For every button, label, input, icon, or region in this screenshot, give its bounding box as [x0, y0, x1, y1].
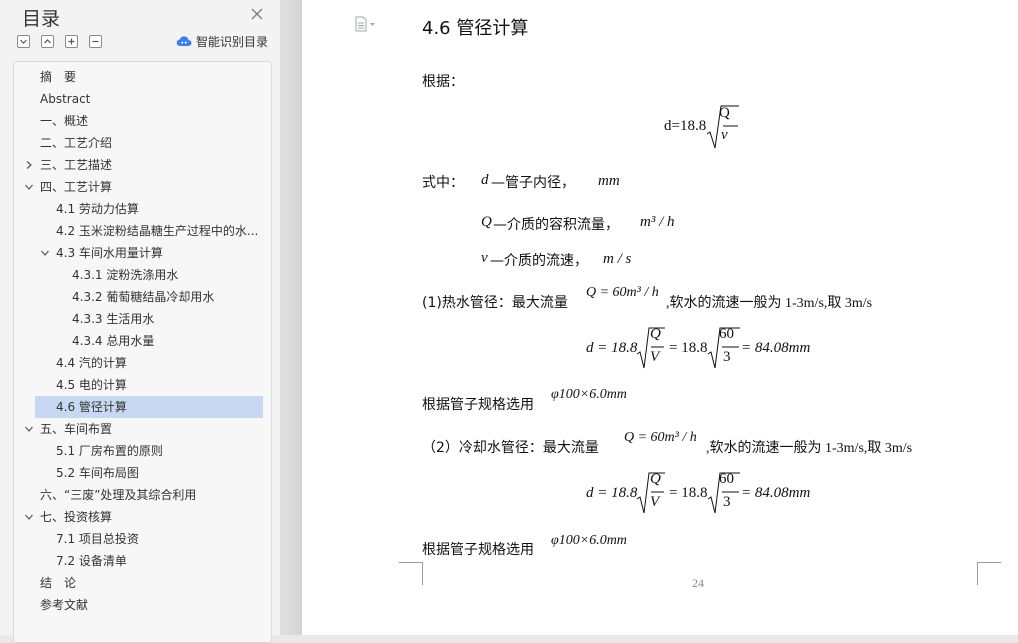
- toc-item-4-3-4[interactable]: 4.3.4 总用水量: [72, 330, 154, 352]
- calc2-result: = 84.08mm: [741, 485, 811, 501]
- toc-item-process-intro[interactable]: 二、工艺介绍: [40, 132, 112, 154]
- var-d-unit: mm: [598, 173, 620, 189]
- section-heading: 4.6 管径计算: [422, 18, 529, 39]
- crop-mark-left: [399, 562, 423, 585]
- calc1-mid: = 18.8: [669, 340, 708, 356]
- page-number: 24: [692, 576, 704, 590]
- var-v-unit: m / s: [603, 251, 632, 267]
- smart-toc-label: 智能识别目录: [196, 34, 269, 49]
- formula-lhs: d=18.8: [664, 118, 707, 134]
- item1-flow: Q = 60m³ / h: [586, 285, 659, 300]
- toc-item-4-3[interactable]: 4.3 车间水用量计算: [56, 242, 163, 264]
- var-d-desc: —管子内径，: [491, 175, 575, 191]
- var-q-desc: —介质的容积流量，: [493, 217, 619, 233]
- toc-item-4-3-3[interactable]: 4.3.3 生活用水: [72, 308, 154, 330]
- toc-item-5-1[interactable]: 5.1 厂房布置的原则: [56, 440, 163, 462]
- remove-heading-icon[interactable]: [89, 35, 102, 48]
- basis-label: 根据：: [422, 74, 464, 90]
- item2-flow: Q = 60m³ / h: [624, 430, 697, 445]
- panel-splitter[interactable]: [281, 0, 302, 635]
- calc2-num2: 60: [719, 471, 734, 487]
- toc-title: 目录: [22, 8, 61, 30]
- chevron-down-icon[interactable]: [40, 248, 50, 258]
- calc2-den2: 3: [723, 494, 731, 510]
- select2-spec: φ100×6.0mm: [551, 533, 627, 548]
- toc-item-conclusion[interactable]: 结 论: [40, 572, 76, 594]
- chevron-down-icon[interactable]: [24, 182, 34, 192]
- calc2-num1: Q: [650, 471, 661, 487]
- toc-item-investment[interactable]: 七、投资核算: [40, 506, 112, 528]
- where-label: 式中：: [422, 175, 464, 191]
- chevron-down-icon[interactable]: [24, 424, 34, 434]
- document-icon[interactable]: [355, 16, 377, 32]
- collapse-all-icon[interactable]: [41, 35, 54, 48]
- calc1-lhs: d = 18.8: [586, 340, 638, 356]
- select1-spec: φ100×6.0mm: [551, 387, 627, 402]
- toc-item-overview[interactable]: 一、概述: [40, 110, 88, 132]
- toc-item-4-2[interactable]: 4.2 玉米淀粉结晶糖生产过程中的水...: [56, 220, 262, 242]
- toc-item-4-1[interactable]: 4.1 劳动力估算: [56, 198, 139, 220]
- calc1-num2: 60: [719, 326, 734, 342]
- var-q-unit: m³ / h: [640, 214, 675, 230]
- calc2-mid: = 18.8: [669, 485, 708, 501]
- toc-sidebar: 目录 智能识别目录 摘 要 Abstract 一、概述 二、工艺介绍 三、工艺描…: [0, 0, 281, 643]
- var-v: v: [481, 250, 488, 266]
- toc-item-abstract-en[interactable]: Abstract: [40, 88, 90, 110]
- toc-item-7-2[interactable]: 7.2 设备清单: [56, 550, 127, 572]
- toc-item-4-5[interactable]: 4.5 电的计算: [56, 374, 127, 396]
- toc-item-5-2[interactable]: 5.2 车间布局图: [56, 462, 139, 484]
- toc-item-references[interactable]: 参考文献: [40, 594, 88, 616]
- smart-toc-button[interactable]: 智能识别目录: [176, 33, 268, 49]
- select2-prefix: 根据管子规格选用: [422, 542, 534, 558]
- toc-item-abstract-cn[interactable]: 摘 要: [40, 66, 76, 88]
- cloud-ai-icon: [176, 36, 192, 47]
- item2-suffix: ,软水的流速一般为 1-3m/s,取 3m/s: [706, 441, 913, 456]
- calc2-den1: V: [650, 494, 660, 510]
- crop-mark-right: [977, 562, 1001, 585]
- formula-numerator: Q: [719, 105, 730, 121]
- toc-item-4-4[interactable]: 4.4 汽的计算: [56, 352, 127, 374]
- item1-suffix: ,软水的流速一般为 1-3m/s,取 3m/s: [666, 296, 873, 311]
- close-icon[interactable]: [249, 6, 265, 22]
- expand-all-icon[interactable]: [17, 35, 30, 48]
- formula-denominator: v: [721, 127, 728, 143]
- chevron-down-icon[interactable]: [24, 512, 34, 522]
- var-d: d: [481, 172, 489, 188]
- calc2-lhs: d = 18.8: [586, 485, 638, 501]
- var-q: Q: [481, 214, 492, 230]
- toc-item-4-3-2[interactable]: 4.3.2 葡萄糖结晶冷却用水: [72, 286, 214, 308]
- chevron-right-icon[interactable]: [24, 160, 34, 170]
- toc-item-process-desc[interactable]: 三、工艺描述: [40, 154, 112, 176]
- calc1-result: = 84.08mm: [741, 340, 811, 356]
- toc-item-4-6-active[interactable]: 4.6 管径计算: [35, 396, 263, 418]
- document-page: [302, 0, 1018, 635]
- add-heading-icon[interactable]: [65, 35, 78, 48]
- select1-prefix: 根据管子规格选用: [422, 397, 534, 413]
- calc1-den1: V: [650, 349, 660, 365]
- calc1-num1: Q: [650, 326, 661, 342]
- toc-item-process-calc[interactable]: 四、工艺计算: [40, 176, 112, 198]
- item2-prefix: （2）冷却水管径：最大流量: [422, 440, 599, 456]
- calc1-den2: 3: [723, 349, 731, 365]
- toc-item-waste[interactable]: 六、“三废”处理及其综合利用: [40, 484, 196, 506]
- var-v-desc: —介质的流速，: [490, 253, 588, 269]
- toc-item-7-1[interactable]: 7.1 项目总投资: [56, 528, 139, 550]
- item1-prefix: (1)热水管径：最大流量: [422, 295, 568, 311]
- toc-item-4-3-1[interactable]: 4.3.1 淀粉洗涤用水: [72, 264, 178, 286]
- toc-item-workshop-layout[interactable]: 五、车间布置: [40, 418, 112, 440]
